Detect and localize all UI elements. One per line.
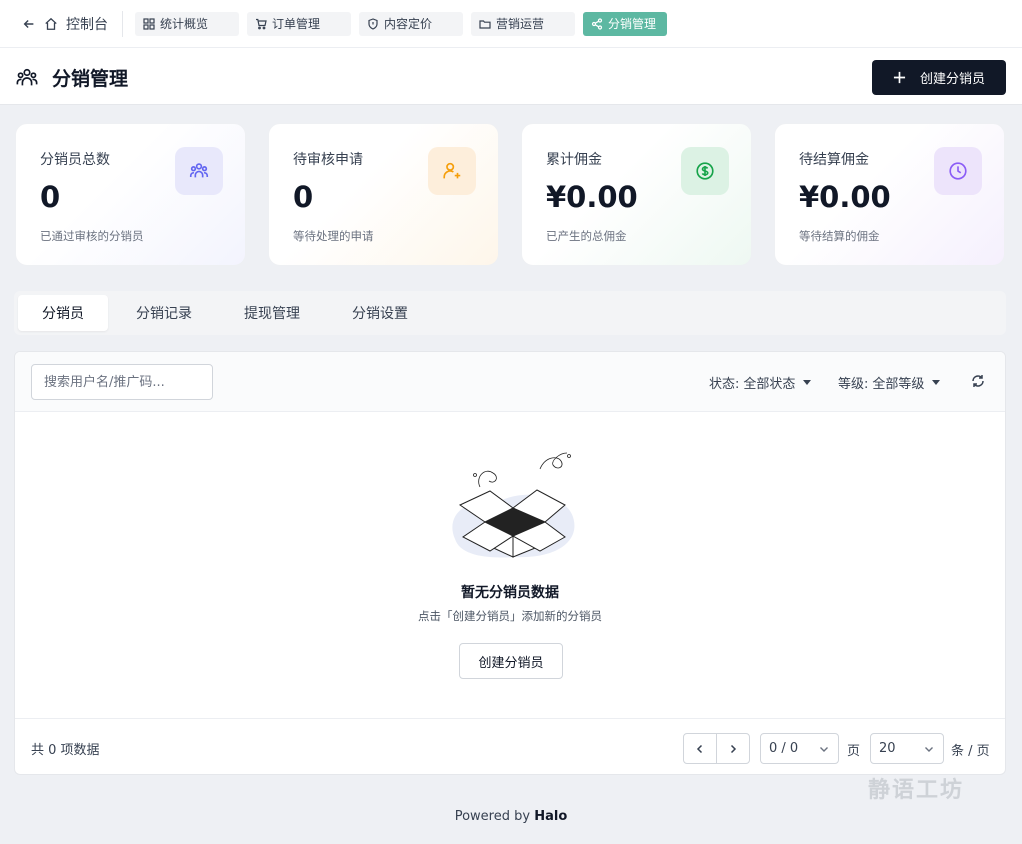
stat-label: 待审核申请 [293, 152, 363, 168]
level-filter-label: 等级: [838, 377, 869, 392]
empty-subtitle: 点击「创建分销员」添加新的分销员 [418, 609, 602, 623]
stat-value: 0 [40, 180, 61, 214]
level-filter-value: 全部等级 [872, 377, 925, 392]
back-label: 控制台 [66, 16, 108, 33]
stat-card-commission: 累计佣金 ¥0.00 已产生的总佣金 [521, 123, 752, 266]
powered-prefix: Powered by [454, 809, 531, 824]
stat-card-total: 分销员总数 0 已通过审核的分销员 [15, 123, 246, 266]
tab-withdrawals[interactable]: 提现管理 [220, 295, 324, 331]
arrow-left-icon [23, 19, 34, 28]
page-title-text: 分销管理 [52, 68, 129, 90]
nav-tab-label: 内容定价 [384, 17, 433, 31]
powered-brand[interactable]: Halo [534, 809, 567, 824]
stat-desc: 等待结算的佣金 [799, 229, 880, 243]
tab-records[interactable]: 分销记录 [112, 295, 216, 331]
page-select[interactable]: 0 / 0 [760, 733, 839, 764]
stat-value: ¥0.00 [546, 180, 638, 214]
nav-tab-pricing[interactable]: 内容定价 [359, 11, 463, 36]
status-filter-value: 全部状态 [743, 377, 796, 392]
nav-tab-stats[interactable]: 统计概览 [135, 11, 239, 36]
total-count: 共 0 项数据 [31, 743, 100, 758]
dollar-icon [696, 162, 714, 180]
tab-distributors[interactable]: 分销员 [18, 295, 108, 331]
filter-toolbar: 状态: 全部状态 等级: 全部等级 [15, 352, 1005, 412]
stat-card-pending: 待审核申请 0 等待处理的申请 [268, 123, 499, 266]
empty-box-illustration [452, 452, 575, 558]
status-filter[interactable]: 状态: 全部状态 [709, 373, 812, 392]
page-title: 分销管理 [16, 64, 128, 91]
page-header: 分销管理 创建分销员 [0, 48, 1022, 105]
chevron-down-icon [925, 746, 933, 752]
shield-icon [368, 17, 378, 30]
page-unit: 页 [847, 744, 861, 759]
watermark: 静语工坊 [868, 778, 965, 803]
stat-desc: 已产生的总佣金 [546, 229, 627, 243]
stat-value: ¥0.00 [799, 180, 891, 214]
stat-icon-box [175, 147, 223, 195]
nav-tab-marketing[interactable]: 营销运营 [471, 11, 575, 36]
page-size-select[interactable]: 20 [870, 733, 944, 764]
stat-label: 累计佣金 [546, 152, 602, 168]
next-page-button[interactable] [716, 733, 750, 764]
prev-page-button[interactable] [683, 733, 717, 764]
search-input[interactable] [31, 364, 213, 400]
users-icon [16, 68, 38, 85]
stat-icon-box [681, 147, 729, 195]
empty-title: 暂无分销员数据 [461, 585, 559, 601]
caret-down-icon [803, 380, 812, 385]
nav-tab-label: 营销运营 [496, 17, 545, 31]
stat-label: 分销员总数 [40, 152, 110, 168]
user-plus-icon [443, 162, 461, 179]
grid-icon [143, 17, 155, 30]
tab-settings[interactable]: 分销设置 [328, 295, 432, 331]
level-filter[interactable]: 等级: 全部等级 [838, 373, 941, 392]
chevron-down-icon [820, 746, 828, 752]
stat-desc: 等待处理的申请 [293, 229, 374, 243]
nav-tab-distribution[interactable]: 分销管理 [583, 11, 667, 36]
create-distributor-button[interactable]: 创建分销员 [872, 60, 1006, 95]
stat-icon-box [428, 147, 476, 195]
empty-create-button[interactable]: 创建分销员 [459, 643, 563, 679]
back-to-console[interactable]: 控制台 [22, 10, 123, 37]
nav-tab-label: 分销管理 [608, 17, 657, 31]
content-tabs: 分销员 分销记录 提现管理 分销设置 [14, 291, 1006, 335]
users-icon [189, 163, 209, 178]
powered-by: Powered by Halo [0, 809, 1022, 824]
nav-tab-label: 统计概览 [160, 17, 209, 31]
refresh-icon[interactable] [970, 373, 986, 389]
folder-icon [479, 19, 491, 29]
pagination-bar: 共 0 项数据 0 / 0 页 20 条 / 页 [15, 718, 1005, 774]
stat-value: 0 [293, 180, 314, 214]
status-filter-label: 状态: [709, 377, 740, 392]
stat-desc: 已通过审核的分销员 [40, 229, 144, 243]
stat-icon-box [934, 147, 982, 195]
cart-icon [256, 18, 267, 29]
stat-label: 待结算佣金 [799, 152, 869, 168]
caret-down-icon [932, 380, 941, 385]
plus-icon [893, 71, 906, 84]
page-size-unit: 条 / 页 [951, 744, 990, 759]
chevron-left-icon [696, 744, 703, 753]
page-size-value: 20 [879, 741, 896, 756]
clock-icon [949, 162, 967, 180]
home-icon [45, 17, 57, 30]
top-nav: 控制台 统计概览 订单管理 内容定价 营销运营 分销管理 [0, 0, 1022, 48]
create-button-label: 创建分销员 [919, 72, 985, 87]
share-icon [591, 17, 603, 30]
chevron-right-icon [730, 744, 737, 753]
page-select-value: 0 / 0 [769, 741, 799, 756]
nav-tab-orders[interactable]: 订单管理 [247, 11, 351, 36]
stat-card-unsettled: 待结算佣金 ¥0.00 等待结算的佣金 [774, 123, 1005, 266]
nav-tab-label: 订单管理 [272, 17, 321, 31]
distributor-panel: 状态: 全部状态 等级: 全部等级 暂无分销员数据 点击「创建分销员」添加新的分… [14, 351, 1006, 775]
